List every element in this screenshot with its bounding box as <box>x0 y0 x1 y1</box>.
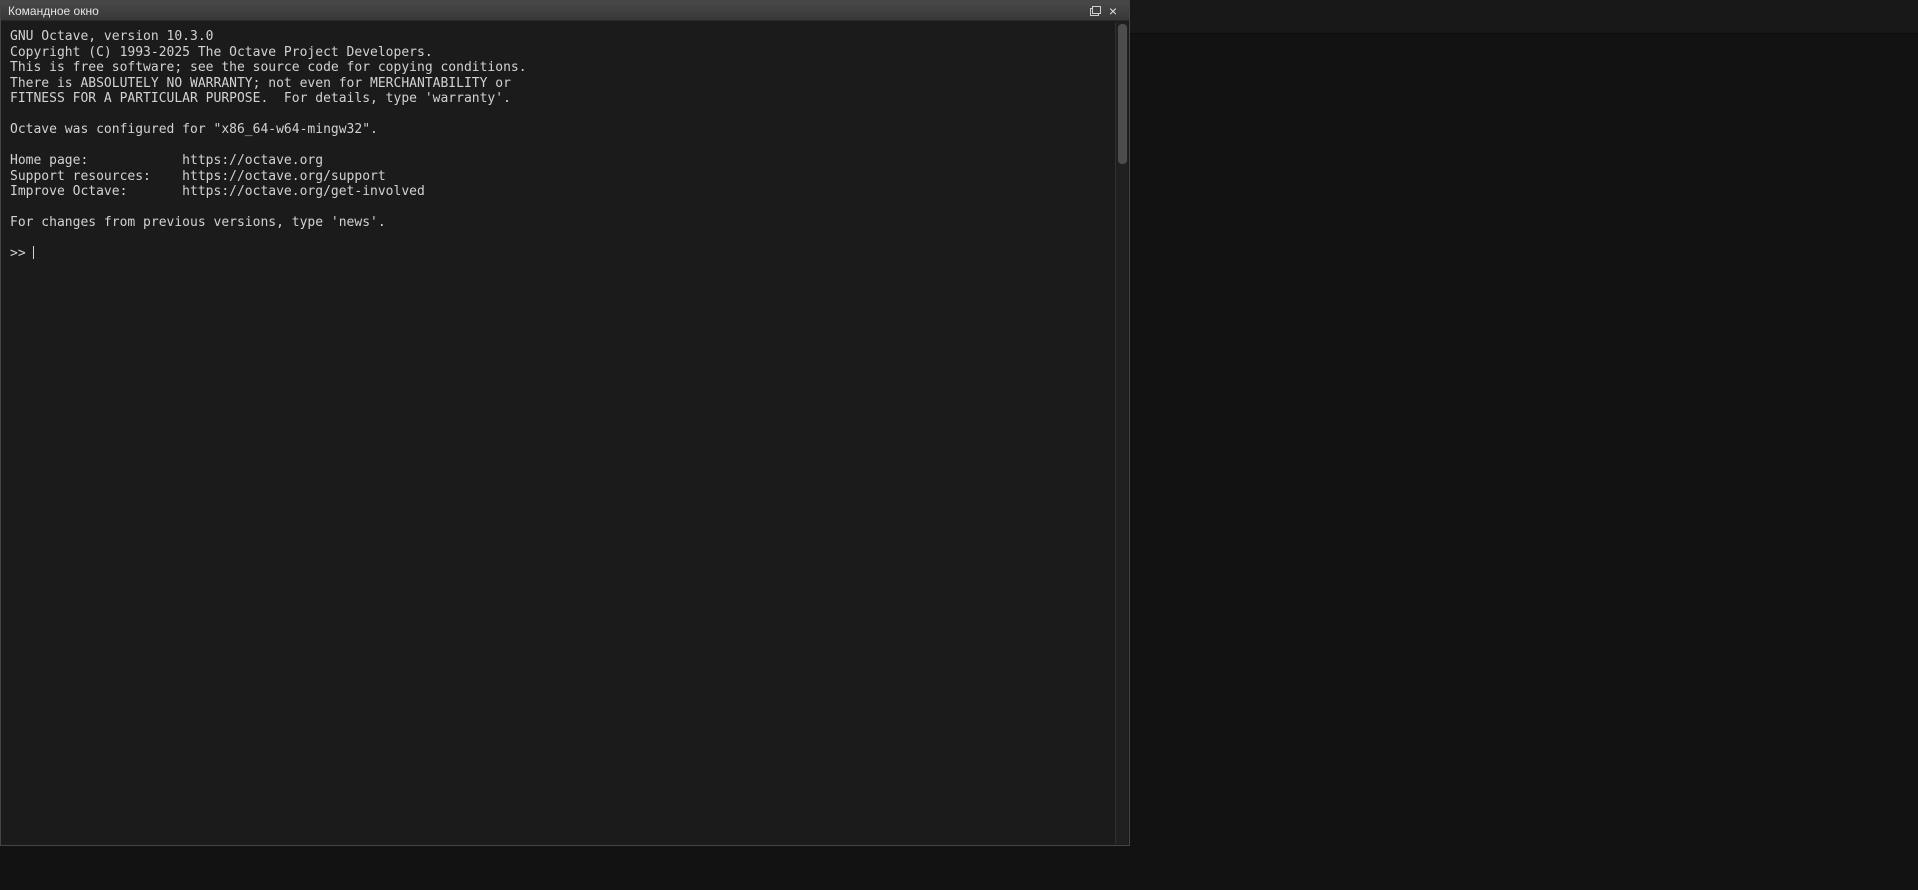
command-window-titlebar: Командное окно × <box>1 1 1129 21</box>
undock-icon <box>1090 6 1101 16</box>
command-window-title: Командное окно <box>8 4 99 18</box>
close-icon: × <box>1109 4 1117 18</box>
window-bottom-strip <box>0 882 1918 890</box>
command-window-output[interactable]: GNU Octave, version 10.3.0 Copyright (C)… <box>1 22 1114 844</box>
scrollbar-thumb[interactable] <box>1118 24 1127 164</box>
command-window-panel: Командное окно × GNU Octave, version 10.… <box>0 0 1130 846</box>
scrollbar-track[interactable] <box>1115 22 1128 844</box>
close-button[interactable]: × <box>1104 3 1122 19</box>
text-cursor <box>33 246 34 259</box>
undock-button[interactable] <box>1086 3 1104 19</box>
